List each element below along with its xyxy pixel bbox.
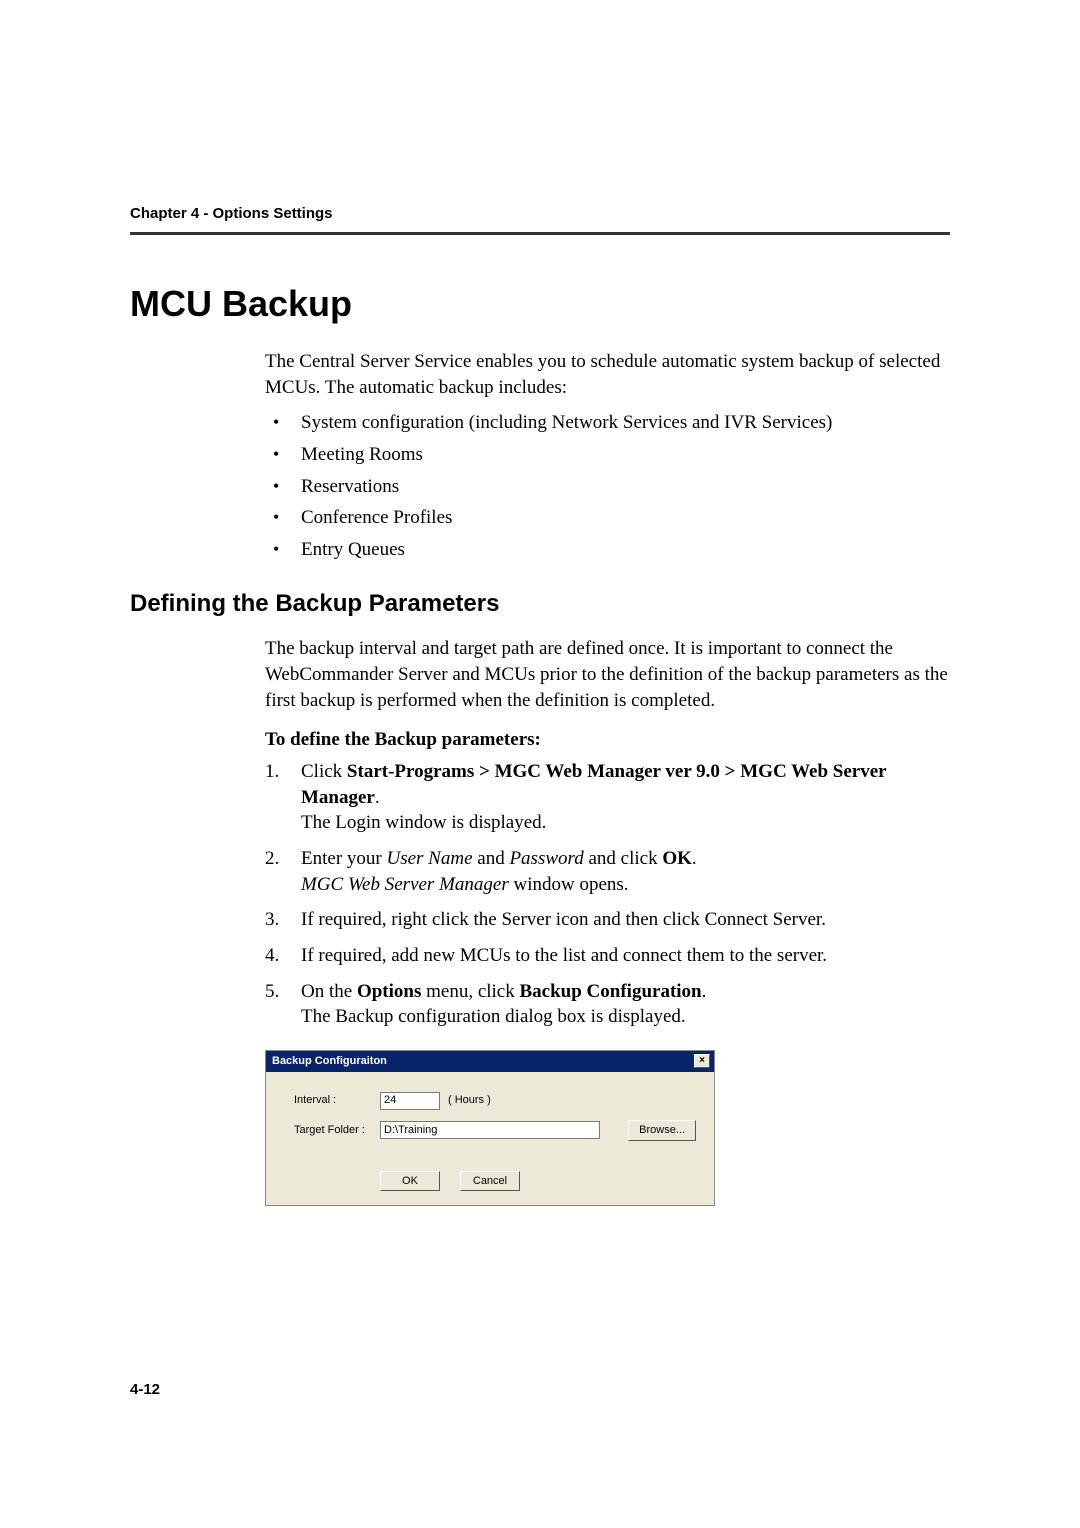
step-text: On the (301, 981, 357, 1002)
step-text: The Login window is displayed. (301, 812, 546, 833)
step-text: Click (301, 761, 347, 782)
page-number: 4-12 (130, 1381, 160, 1398)
interval-row: Interval : 24 ( Hours ) (294, 1092, 696, 1110)
step-bold: OK (662, 848, 692, 869)
dialog-title-text: Backup Configuraiton (272, 1054, 387, 1069)
dialog-titlebar: Backup Configuraiton × (266, 1051, 714, 1072)
step-text: Enter your (301, 848, 386, 869)
step-text: . (375, 787, 380, 808)
step-item: 1. Click Start-Programs > MGC Web Manage… (265, 759, 950, 836)
step-text: If required, add new MCUs to the list an… (301, 945, 827, 966)
step-item: 3. If required, right click the Server i… (265, 907, 950, 933)
section-heading: Defining the Backup Parameters (130, 590, 950, 618)
step-text: menu, click (421, 981, 519, 1002)
list-item: System configuration (including Network … (265, 410, 950, 436)
backup-configuration-dialog: Backup Configuraiton × Interval : 24 ( H… (265, 1050, 715, 1207)
step-number: 3. (265, 907, 279, 933)
step-bold: Start-Programs > MGC Web Manager ver 9.0… (301, 761, 886, 808)
step-italic: MGC Web Server Manager (301, 874, 509, 895)
step-text: and (473, 848, 510, 869)
step-item: 5. On the Options menu, click Backup Con… (265, 979, 950, 1030)
step-italic: Password (509, 848, 583, 869)
step-number: 4. (265, 943, 279, 969)
steps-list: 1. Click Start-Programs > MGC Web Manage… (265, 759, 950, 1030)
close-button[interactable]: × (694, 1054, 710, 1068)
step-text: window opens. (509, 874, 629, 895)
step-text: The Backup configuration dialog box is d… (301, 1006, 686, 1027)
intro-paragraph: The Central Server Service enables you t… (265, 349, 950, 400)
page-title: MCU Backup (130, 283, 950, 325)
section-paragraph: The backup interval and target path are … (265, 636, 950, 713)
interval-label: Interval : (294, 1093, 372, 1108)
chapter-header: Chapter 4 - Options Settings (130, 205, 950, 232)
step-item: 2. Enter your User Name and Password and… (265, 846, 950, 897)
list-item: Meeting Rooms (265, 442, 950, 468)
list-item: Entry Queues (265, 537, 950, 563)
backup-includes-list: System configuration (including Network … (265, 410, 950, 562)
step-text: If required, right click the Server icon… (301, 909, 826, 930)
interval-unit: ( Hours ) (448, 1093, 491, 1108)
step-text: . (702, 981, 707, 1002)
cancel-button[interactable]: Cancel (460, 1171, 520, 1192)
target-folder-row: Target Folder : D:\Training Browse... (294, 1120, 696, 1141)
step-italic: User Name (386, 848, 472, 869)
step-number: 5. (265, 979, 279, 1005)
header-divider (130, 232, 950, 235)
ok-button[interactable]: OK (380, 1171, 440, 1192)
list-item: Conference Profiles (265, 505, 950, 531)
step-bold: Backup Configuration (520, 981, 702, 1002)
step-number: 2. (265, 846, 279, 872)
browse-button[interactable]: Browse... (628, 1120, 696, 1141)
target-folder-input[interactable]: D:\Training (380, 1121, 600, 1139)
target-folder-label: Target Folder : (294, 1123, 372, 1138)
step-item: 4. If required, add new MCUs to the list… (265, 943, 950, 969)
step-number: 1. (265, 759, 279, 785)
step-bold: Options (357, 981, 421, 1002)
interval-input[interactable]: 24 (380, 1092, 440, 1110)
procedure-heading: To define the Backup parameters: (265, 727, 950, 753)
list-item: Reservations (265, 474, 950, 500)
dialog-button-row: OK Cancel (380, 1171, 696, 1192)
dialog-body: Interval : 24 ( Hours ) Target Folder : … (266, 1072, 714, 1206)
step-text: . (692, 848, 697, 869)
step-text: and click (584, 848, 663, 869)
close-icon: × (699, 1055, 705, 1066)
